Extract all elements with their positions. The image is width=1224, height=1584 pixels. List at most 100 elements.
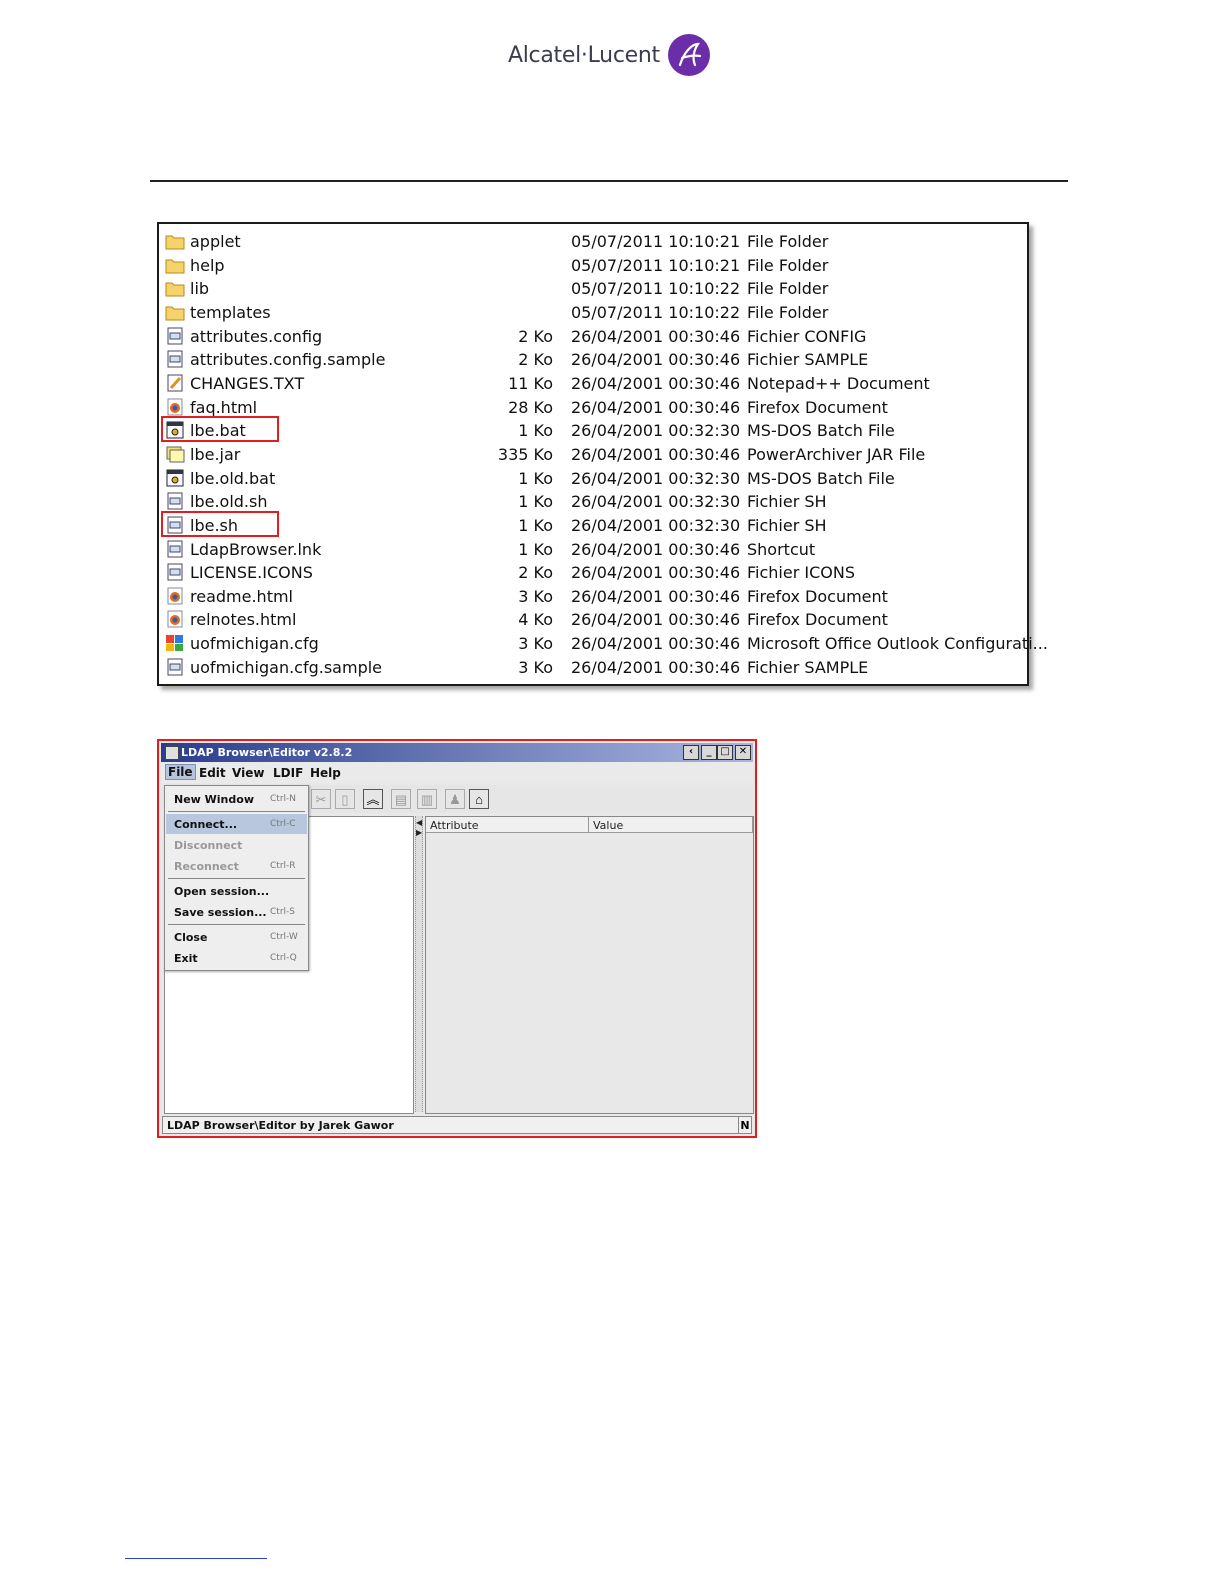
file-size: 3 Ko — [518, 634, 553, 653]
column-header-attribute[interactable]: Attribute — [426, 817, 589, 833]
file-row[interactable]: LdapBrowser.lnk 1 Ko 26/04/2001 00:30:46 Sh… — [159, 538, 1027, 561]
logo-text: Alcatel·Lucent — [508, 42, 660, 68]
file-size: 2 Ko — [518, 563, 553, 582]
file-size: 2 Ko — [518, 350, 553, 369]
alcatel-lucent-logo: Alcatel·Lucent — [508, 34, 710, 76]
file-name: LdapBrowser.lnk — [190, 540, 322, 559]
menu-item-close[interactable]: Close Ctrl-W — [166, 927, 307, 947]
home-icon[interactable]: ⌂ — [469, 789, 489, 809]
file-icon — [165, 563, 185, 581]
file-date: 26/04/2001 00:30:46 — [571, 634, 741, 653]
menu-help[interactable]: Help — [310, 766, 341, 780]
menu-edit[interactable]: Edit — [199, 766, 226, 780]
file-row[interactable]: LICENSE.ICONS 2 Ko 26/04/2001 00:30:46 Fich… — [159, 561, 1027, 584]
menu-item-exit[interactable]: Exit Ctrl-Q — [166, 948, 307, 968]
file-size: 1 Ko — [518, 516, 553, 535]
ldap-browser-window: LDAP Browser\Editor v2.8.2 ‹ _ □ ✕ File … — [157, 739, 757, 1138]
file-row[interactable]: lbe.old.sh 1 Ko 26/04/2001 00:32:30 Fichier… — [159, 490, 1027, 513]
window-titlebar: LDAP Browser\Editor v2.8.2 ‹ _ □ ✕ — [161, 743, 753, 762]
file-name: attributes.config — [190, 327, 323, 346]
delete-icon[interactable]: ▯ — [335, 789, 355, 809]
file-type: Microsoft Office Outlook Configurati... — [747, 634, 1048, 653]
cut-icon[interactable]: ✂ — [311, 789, 331, 809]
file-icon — [165, 658, 185, 676]
file-date: 26/04/2001 00:30:46 — [571, 563, 741, 582]
splitter-left-arrow-icon[interactable]: ◀ — [416, 818, 422, 827]
close-button[interactable]: ✕ — [735, 745, 751, 760]
file-type: File Folder — [747, 279, 829, 298]
file-icon — [165, 350, 185, 368]
firefox-icon — [165, 610, 185, 628]
menu-item-reconnect[interactable]: Reconnect Ctrl-R — [166, 856, 307, 876]
file-row[interactable]: lbe.old.bat 1 Ko 26/04/2001 00:32:30 MS-DOS… — [159, 467, 1027, 490]
file-size: 2 Ko — [518, 327, 553, 346]
attribute-table[interactable]: Attribute Value — [425, 816, 754, 1114]
menu-separator — [168, 878, 305, 879]
firefox-icon — [165, 398, 185, 416]
up-icon[interactable]: ︽ — [363, 789, 383, 809]
menu-item-save-session[interactable]: Save session... Ctrl-S — [166, 902, 307, 922]
maximize-button[interactable]: □ — [717, 745, 733, 760]
menu-file[interactable]: File — [165, 764, 196, 780]
file-row[interactable]: lbe.bat 1 Ko 26/04/2001 00:32:30 MS-DOS Bat… — [159, 416, 1027, 442]
file-row[interactable]: CHANGES.TXT 11 Ko 26/04/2001 00:30:46 Notep… — [159, 372, 1027, 395]
file-row[interactable]: applet 05/07/2011 10:10:21 File Folder — [159, 230, 1027, 253]
pane-splitter[interactable]: ◀ ▶ — [415, 816, 423, 1112]
file-row[interactable]: help 05/07/2011 10:10:21 File Folder — [159, 254, 1027, 277]
file-row[interactable]: uofmichigan.cfg.sample 3 Ko 26/04/2001 00:… — [159, 656, 1027, 679]
header-rule — [150, 180, 1068, 182]
menu-ldif[interactable]: LDIF — [273, 766, 303, 780]
file-date: 05/07/2011 10:10:22 — [571, 279, 741, 298]
file-type: Shortcut — [747, 540, 816, 559]
column-header-value[interactable]: Value — [589, 817, 753, 833]
minimize-button[interactable]: _ — [701, 745, 717, 760]
jar-icon — [165, 445, 185, 463]
file-size: 1 Ko — [518, 540, 553, 559]
file-size: 335 Ko — [497, 445, 553, 464]
file-name: help — [190, 256, 225, 275]
file-date: 26/04/2001 00:30:46 — [571, 374, 741, 393]
file-name: readme.html — [190, 587, 293, 606]
menu-item-disconnect[interactable]: Disconnect — [166, 835, 307, 855]
file-type: Fichier SAMPLE — [747, 350, 869, 369]
file-size: 11 Ko — [508, 374, 553, 393]
folder-icon — [165, 279, 185, 297]
menu-item-connect[interactable]: Connect... Ctrl-C — [166, 814, 307, 834]
file-name: uofmichigan.cfg.sample — [190, 658, 383, 677]
file-name: CHANGES.TXT — [190, 374, 305, 393]
file-row[interactable]: relnotes.html 4 Ko 26/04/2001 00:30:46 Fire… — [159, 608, 1027, 631]
splitter-right-arrow-icon[interactable]: ▶ — [416, 828, 422, 837]
file-row[interactable]: attributes.config 2 Ko 26/04/2001 00:30:46… — [159, 325, 1027, 348]
file-date: 05/07/2011 10:10:21 — [571, 232, 741, 251]
file-row[interactable]: uofmichigan.cfg 3 Ko 26/04/2001 00:30:46 Mi… — [159, 632, 1048, 655]
trash-icon[interactable]: ▥ — [417, 789, 437, 809]
file-date: 26/04/2001 00:30:46 — [571, 445, 741, 464]
file-date: 26/04/2001 00:30:46 — [571, 587, 741, 606]
file-row[interactable]: lib 05/07/2011 10:10:22 File Folder — [159, 277, 1027, 300]
file-row[interactable]: lbe.jar 335 Ko 26/04/2001 00:30:46 PowerArc… — [159, 443, 1027, 466]
batch-icon — [165, 469, 185, 487]
file-type: MS-DOS Batch File — [747, 421, 895, 440]
file-date: 26/04/2001 00:30:46 — [571, 610, 741, 629]
file-type: File Folder — [747, 256, 829, 275]
user-icon[interactable]: ♟ — [445, 789, 465, 809]
file-name: faq.html — [190, 398, 258, 417]
app-icon — [165, 746, 179, 760]
file-row[interactable]: attributes.config.sample 2 Ko 26/04/2001 0… — [159, 348, 1027, 371]
file-name: relnotes.html — [190, 610, 297, 629]
file-row[interactable]: readme.html 3 Ko 26/04/2001 00:30:46 Firefo… — [159, 585, 1027, 608]
file-size: 4 Ko — [518, 610, 553, 629]
highlight-box — [161, 416, 279, 442]
file-row[interactable]: templates 05/07/2011 10:10:22 File Folder — [159, 301, 1027, 324]
file-row[interactable]: faq.html 28 Ko 26/04/2001 00:30:46 Firefox … — [159, 396, 1027, 419]
file-type: File Folder — [747, 232, 829, 251]
menu-view[interactable]: View — [232, 766, 264, 780]
folder-icon — [165, 232, 185, 250]
file-date: 26/04/2001 00:32:30 — [571, 516, 741, 535]
menu-item-open-session[interactable]: Open session... — [166, 881, 307, 901]
file-type: Fichier SH — [747, 492, 827, 511]
file-row[interactable]: lbe.sh 1 Ko 26/04/2001 00:32:30 Fichier SH — [159, 511, 1027, 537]
restore-icon[interactable]: ‹ — [683, 745, 699, 760]
menu-item-new-window[interactable]: New Window Ctrl-N — [166, 789, 307, 809]
edit-icon[interactable]: ▤ — [391, 789, 411, 809]
